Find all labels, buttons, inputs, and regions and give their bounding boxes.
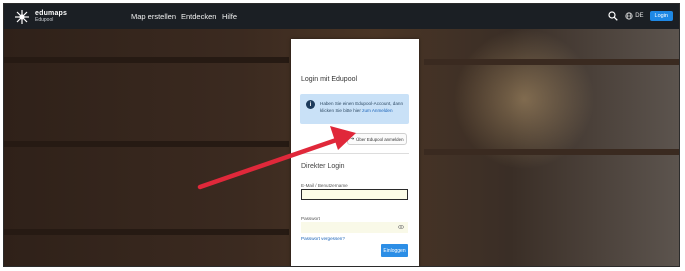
key-icon [398,225,404,229]
shelf [424,149,679,155]
login-arrow-icon: ➔ [350,136,355,141]
divider [300,153,409,154]
search-icon[interactable] [607,10,619,22]
info-icon: i [306,100,315,109]
browser-frame: edumaps Edupool Map erstellen Entdecken … [3,3,680,267]
login-button[interactable]: Login [649,11,673,21]
password-field[interactable] [301,222,408,233]
top-navbar: edumaps Edupool Map erstellen Entdecken … [4,4,679,29]
shelf [4,229,289,235]
nav-hilfe[interactable]: Hilfe [222,12,237,21]
info-box: i Haben Sie einen Edupool-Account, dann … [300,94,409,124]
info-login-link[interactable]: zum Anmelden [362,108,392,113]
nav-entdecken[interactable]: Entdecken [181,12,216,21]
nav-map-erstellen[interactable]: Map erstellen [131,12,176,21]
info-text: Haben Sie einen Edupool-Account, dann kl… [320,100,406,114]
brand-logo[interactable]: edumaps Edupool [14,7,114,26]
shelf [4,57,289,63]
nav-right-group: DE Login [607,10,673,22]
panel-title: Login mit Edupool [301,76,358,83]
sun-logo-icon [15,9,29,24]
forgot-password-link[interactable]: Passwort vergessen? [301,236,345,241]
shelf [4,141,289,147]
password-label: Passwort [301,216,320,221]
submit-button[interactable]: Einloggen [381,244,408,257]
globe-icon [625,12,633,20]
shelf [424,59,679,65]
edupool-button-label: Über Edupool anmelden [356,136,404,142]
direct-login-title: Direkter Login [301,163,345,170]
brand-name: edumaps [35,10,68,17]
email-label: E-Mail / Benutzername [301,183,348,188]
language-switch[interactable]: DE [625,12,644,20]
language-label: DE [635,13,644,19]
brand-subtitle: Edupool [35,17,54,23]
email-field[interactable] [301,189,408,200]
edupool-login-button[interactable]: ➔ Über Edupool anmelden [347,133,407,145]
login-panel: Login mit Edupool i Haben Sie einen Edup… [291,39,419,266]
